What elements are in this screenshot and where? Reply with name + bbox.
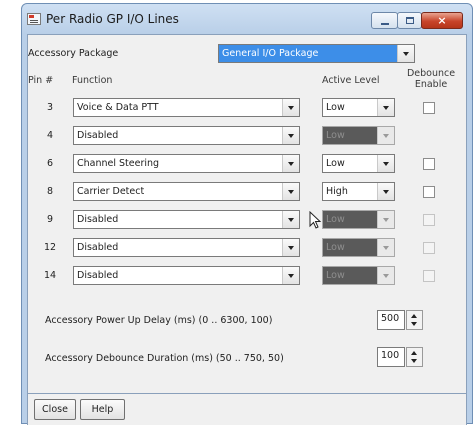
minimize-icon [381, 23, 389, 25]
pin-number: 12 [43, 242, 57, 253]
chevron-down-icon[interactable] [282, 99, 299, 116]
pin-number: 9 [46, 214, 54, 225]
accessory-package-select[interactable]: General I/O Package [218, 44, 415, 63]
active-level-select[interactable]: High [322, 182, 395, 201]
accessory-package-label: Accessory Package [28, 48, 119, 59]
chevron-down-icon [377, 127, 394, 144]
dialog-client-area: Accessory Package General I/O Package Pi… [27, 34, 467, 394]
function-select[interactable]: Channel Steering [73, 154, 300, 173]
pin-number: 4 [46, 130, 54, 141]
function-select[interactable]: Carrier Detect [73, 182, 300, 201]
pin-number: 6 [46, 158, 54, 169]
active-level-value: Low [326, 214, 345, 225]
pin-header: Pin # [28, 75, 54, 86]
spin-down-icon[interactable] [411, 359, 417, 363]
mouse-pointer-icon [309, 211, 322, 229]
debounce-enable-checkbox[interactable] [423, 186, 435, 198]
title-bar[interactable]: Per Radio GP I/O Lines × [22, 4, 472, 34]
chevron-down-icon [377, 239, 394, 256]
chevron-down-icon [377, 211, 394, 228]
chevron-down-icon[interactable] [377, 183, 394, 200]
debounce-enable-checkbox[interactable] [423, 158, 435, 170]
active-level-select[interactable]: Low [322, 154, 395, 173]
function-value: Disabled [77, 130, 119, 141]
window-title: Per Radio GP I/O Lines [46, 12, 179, 26]
chevron-down-icon [377, 267, 394, 284]
pin-number: 3 [46, 102, 54, 113]
debounce-enable-checkbox [423, 242, 435, 254]
close-button[interactable]: Close [34, 399, 76, 420]
function-select[interactable]: Disabled [73, 126, 300, 145]
active-level-select: Low [322, 210, 395, 229]
dialog-window: Per Radio GP I/O Lines × Accessory Packa… [21, 3, 473, 425]
active-level-header: Active Level [322, 75, 380, 86]
debounce-header-line1: Debounce [406, 68, 456, 79]
pin-number: 8 [46, 186, 54, 197]
power-up-spin-buttons[interactable] [406, 310, 423, 330]
function-select[interactable]: Disabled [73, 210, 300, 229]
chevron-down-icon[interactable] [282, 211, 299, 228]
power-up-delay-stepper[interactable]: 500 [377, 310, 423, 330]
spin-up-icon[interactable] [411, 314, 417, 318]
chevron-down-icon[interactable] [377, 99, 394, 116]
active-level-value: Low [326, 242, 345, 253]
function-header: Function [72, 75, 113, 86]
active-level-select: Low [322, 266, 395, 285]
button-bar: Close Help [27, 394, 467, 425]
active-level-value: Low [326, 102, 345, 113]
chevron-down-icon[interactable] [282, 239, 299, 256]
active-level-select: Low [322, 238, 395, 257]
debounce-duration-input[interactable]: 100 [377, 347, 405, 367]
function-select[interactable]: Disabled [73, 238, 300, 257]
chevron-down-icon[interactable] [282, 267, 299, 284]
chevron-down-icon[interactable] [377, 155, 394, 172]
function-value: Carrier Detect [77, 186, 145, 197]
pin-number: 14 [43, 270, 57, 281]
close-icon: × [437, 14, 447, 27]
maximize-icon [406, 17, 414, 24]
function-select[interactable]: Voice & Data PTT [73, 98, 300, 117]
power-up-delay-label: Accessory Power Up Delay (ms) (0 .. 6300… [45, 315, 273, 326]
chevron-down-icon[interactable] [282, 155, 299, 172]
spin-up-icon[interactable] [411, 351, 417, 355]
active-level-select[interactable]: Low [322, 98, 395, 117]
debounce-enable-checkbox [423, 214, 435, 226]
active-level-value: Low [326, 270, 345, 281]
function-value: Voice & Data PTT [77, 102, 159, 113]
chevron-down-icon[interactable] [282, 127, 299, 144]
close-window-button[interactable]: × [421, 12, 463, 29]
active-level-value: Low [326, 158, 345, 169]
debounce-header-line2: Enable [414, 79, 448, 90]
function-value: Disabled [77, 270, 119, 281]
function-select[interactable]: Disabled [73, 266, 300, 285]
spin-down-icon[interactable] [411, 322, 417, 326]
accessory-package-value: General I/O Package [222, 48, 319, 59]
radio-app-icon [27, 13, 41, 25]
power-up-delay-input[interactable]: 500 [377, 310, 405, 330]
function-value: Disabled [77, 242, 119, 253]
debounce-spin-buttons[interactable] [406, 347, 423, 367]
function-value: Channel Steering [77, 158, 160, 169]
debounce-enable-header: Debounce Enable [403, 68, 459, 90]
active-level-value: Low [326, 130, 345, 141]
maximize-button[interactable] [397, 12, 422, 29]
minimize-button[interactable] [371, 12, 398, 29]
help-button[interactable]: Help [80, 399, 125, 420]
chevron-down-icon[interactable] [282, 183, 299, 200]
function-value: Disabled [77, 214, 119, 225]
debounce-duration-label: Accessory Debounce Duration (ms) (50 .. … [45, 353, 284, 364]
active-level-select: Low [322, 126, 395, 145]
chevron-down-icon[interactable] [397, 45, 414, 62]
debounce-enable-checkbox[interactable] [423, 102, 435, 114]
debounce-duration-stepper[interactable]: 100 [377, 347, 423, 367]
debounce-enable-checkbox [423, 270, 435, 282]
active-level-value: High [326, 186, 348, 197]
